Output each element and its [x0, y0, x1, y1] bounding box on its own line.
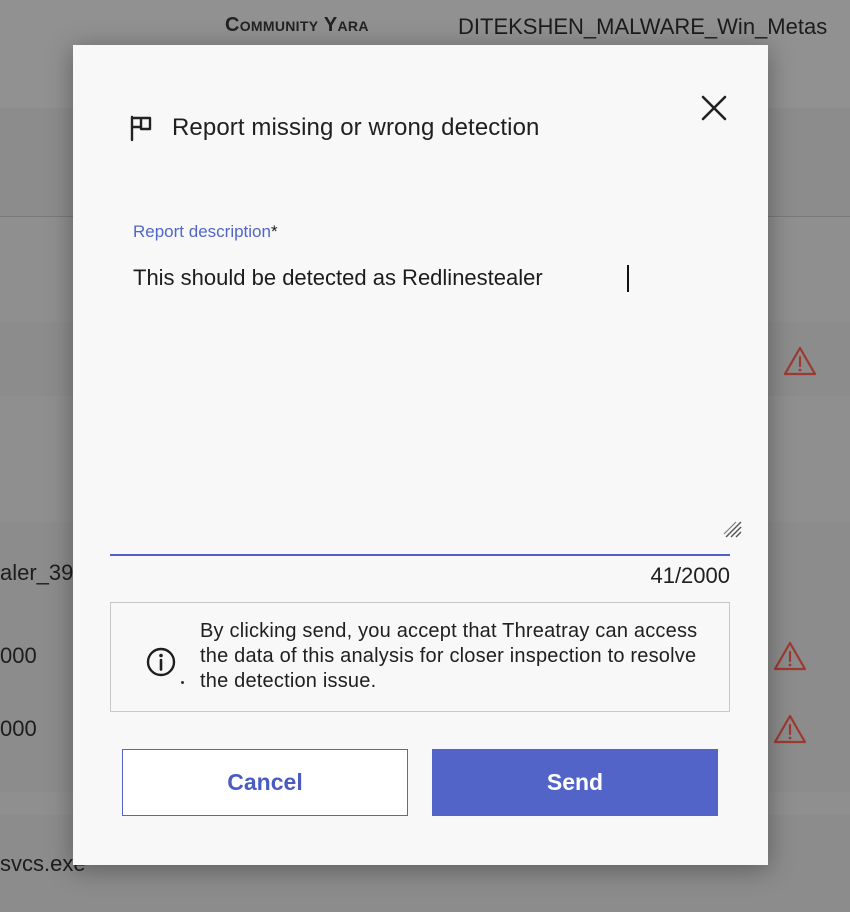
description-field: This should be detected as Redlinesteale…	[110, 245, 742, 556]
background-partial-text: 000	[0, 643, 37, 668]
consent-info-box: By clicking send, you accept that Threat…	[110, 602, 730, 712]
resize-handle-icon[interactable]	[721, 517, 743, 539]
background-partial-text: aler_39c	[0, 560, 85, 585]
warning-icon	[773, 641, 807, 671]
flag-icon	[128, 114, 156, 142]
dialog-header: Report missing or wrong detection	[128, 114, 539, 142]
close-button[interactable]	[698, 92, 730, 124]
required-marker: *	[270, 222, 278, 241]
cancel-button[interactable]: Cancel	[122, 749, 408, 816]
bullet-dot	[181, 681, 184, 684]
description-label-text: Report description	[133, 222, 271, 241]
warning-icon	[773, 714, 807, 744]
dialog-title: Report missing or wrong detection	[172, 114, 540, 141]
close-icon	[701, 95, 727, 121]
report-detection-dialog: Report missing or wrong detection Report…	[73, 45, 768, 865]
info-icon	[145, 646, 177, 678]
community-yara-label: Community Yara	[225, 14, 369, 36]
consent-info-text: By clicking send, you accept that Threat…	[200, 620, 698, 692]
text-caret	[627, 265, 629, 292]
yara-rule-name[interactable]: DITEKSHEN_MALWARE_Win_Metas	[458, 14, 827, 40]
background-partial-text: 000	[0, 716, 37, 741]
warning-icon	[783, 346, 817, 376]
report-description-textarea[interactable]: This should be detected as Redlinesteale…	[133, 265, 723, 515]
send-button[interactable]: Send	[432, 749, 718, 816]
description-field-label: Report description*	[133, 222, 278, 242]
character-counter: 41/2000	[650, 563, 730, 588]
